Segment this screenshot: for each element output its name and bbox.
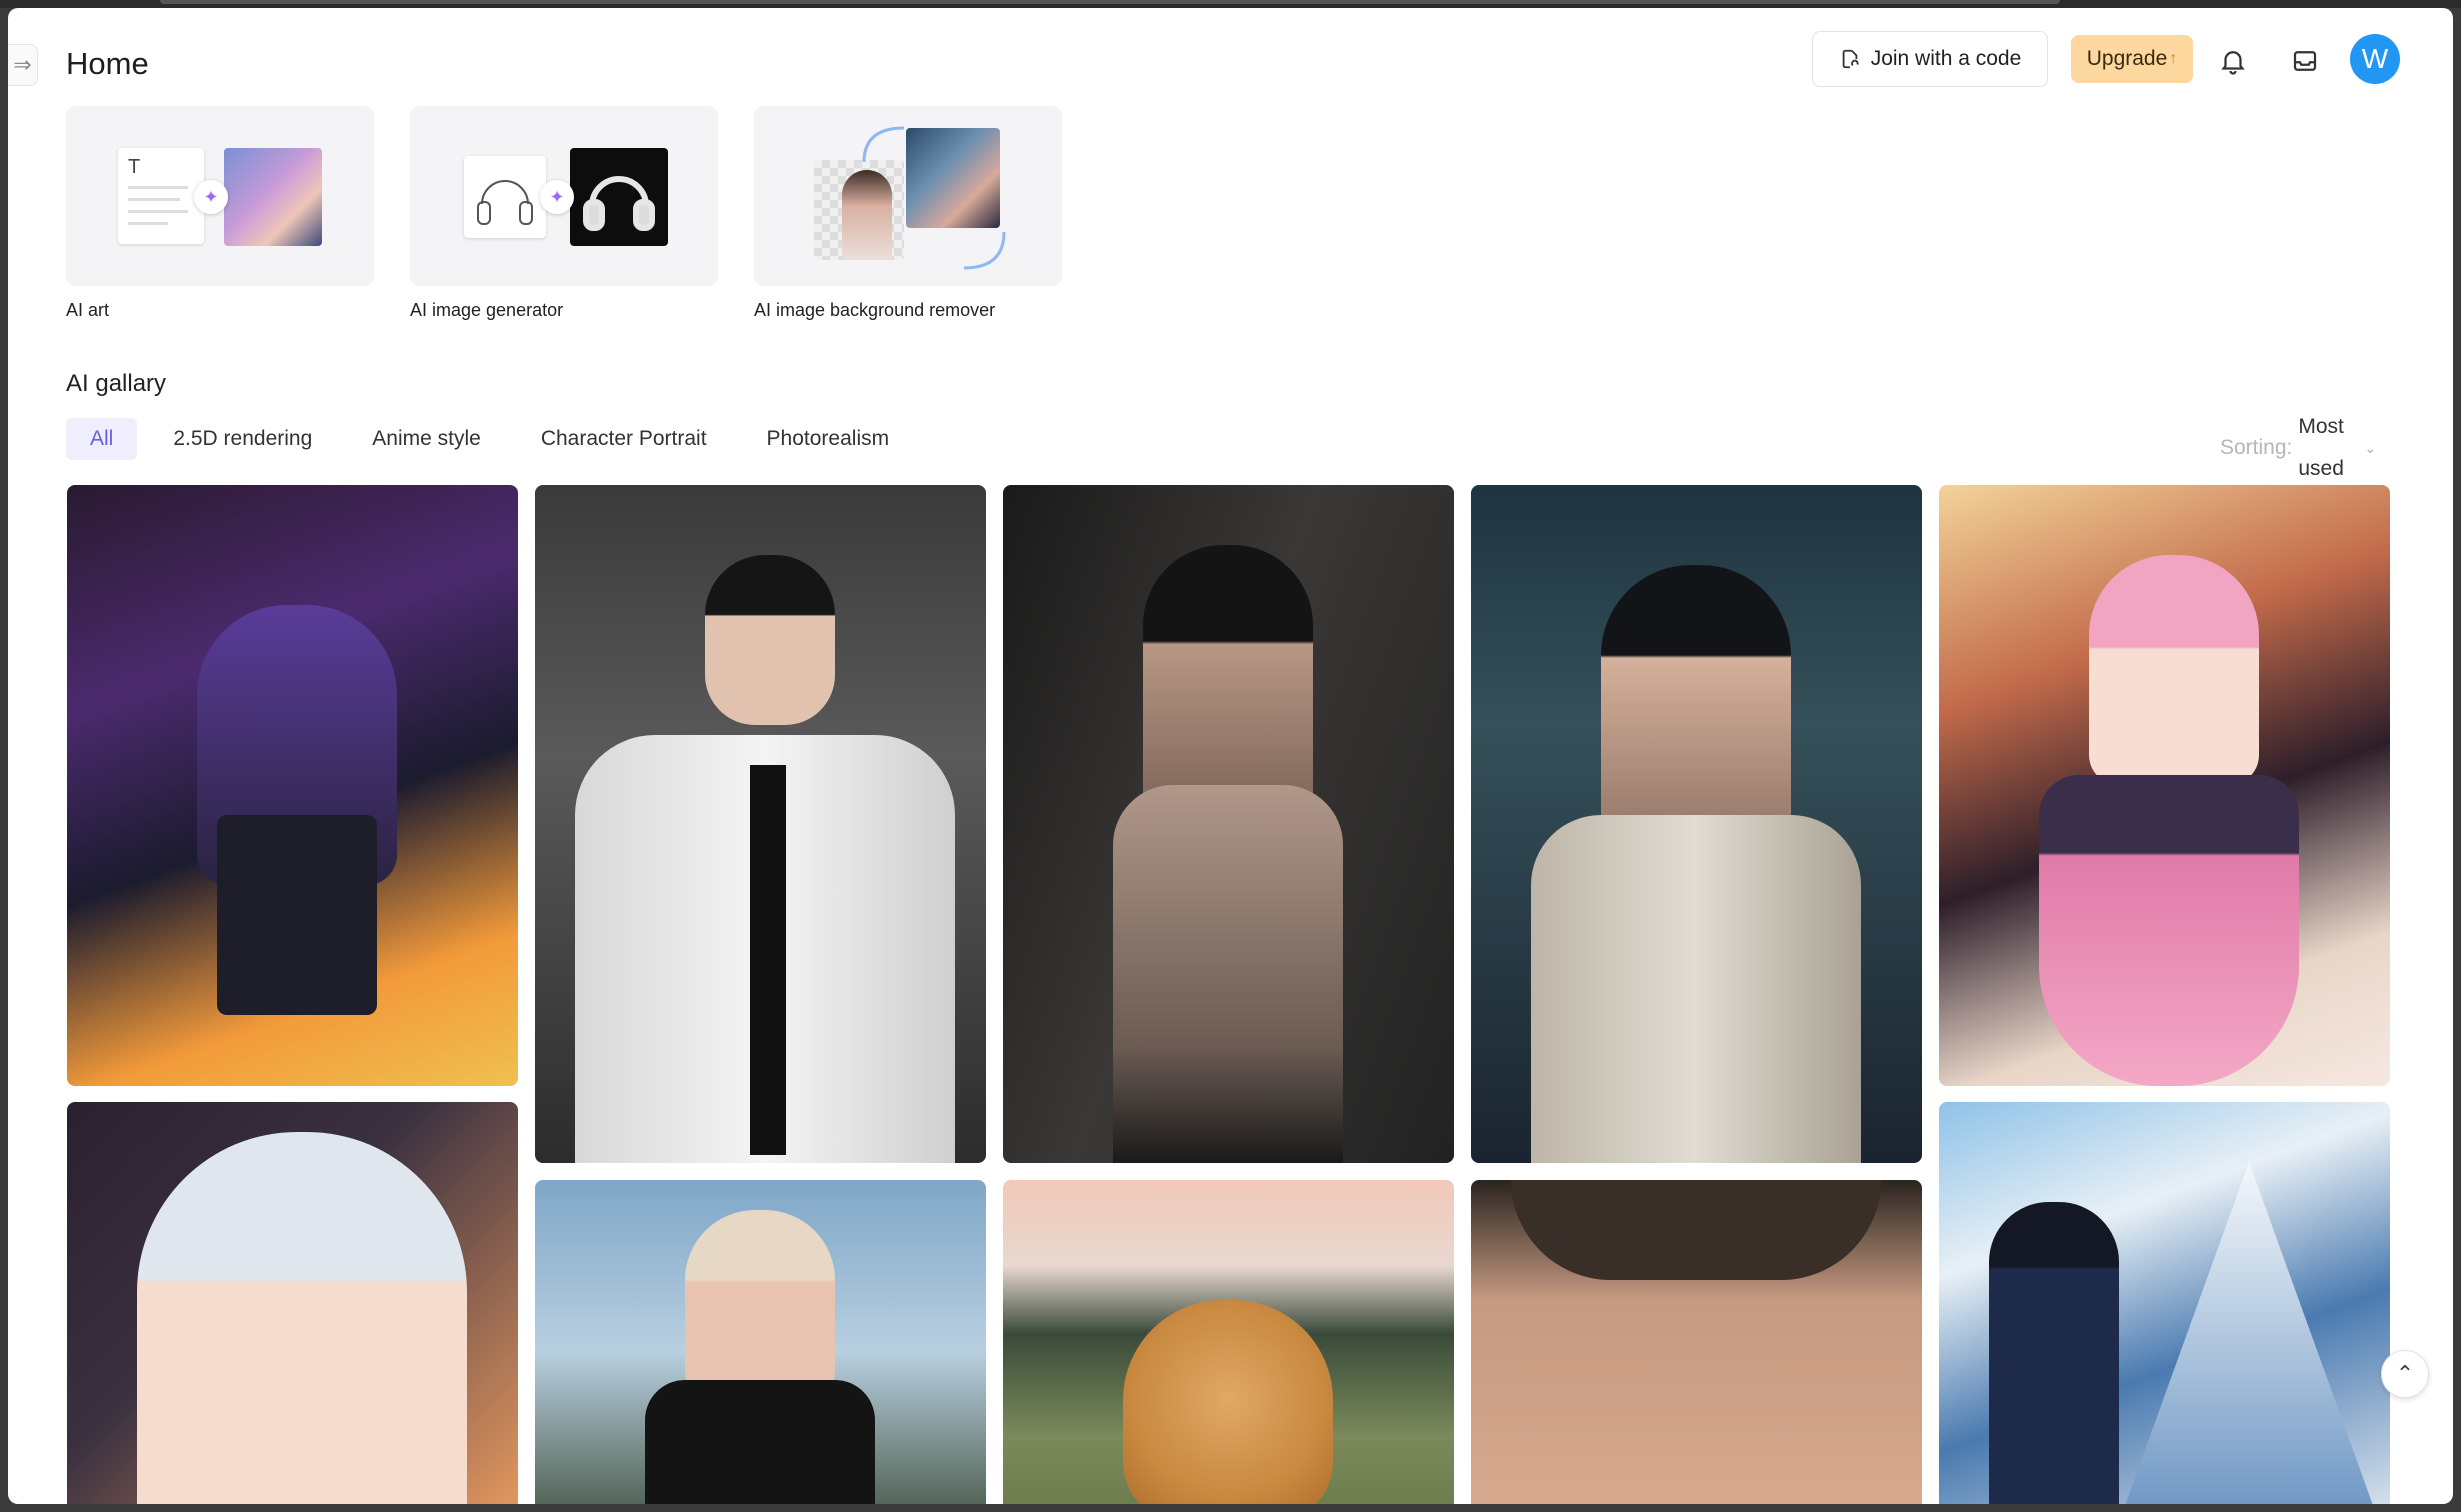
headphone-render-thumbnail (570, 148, 668, 246)
browser-bar (160, 0, 2060, 4)
tool-thumb: T ✦ (66, 106, 374, 286)
join-with-code-button[interactable]: Join with a code (1812, 31, 2048, 87)
sorting-dropdown[interactable]: Sorting: Most used ⌄ (2220, 406, 2376, 490)
bell-icon[interactable] (2218, 46, 2248, 76)
tool-card-bg-remover[interactable]: AI image background remover (754, 106, 1062, 321)
tool-label: AI art (66, 300, 110, 320)
page-title: Home (66, 46, 149, 81)
headphone-sketch-icon (464, 156, 546, 238)
gallery-item[interactable] (1471, 1180, 1922, 1504)
tool-card-ai-image-generator[interactable]: ✦ AI image generator (410, 106, 718, 321)
gallery-item[interactable] (67, 1102, 518, 1504)
upgrade-label: Upgrade (2086, 47, 2168, 70)
filter-all[interactable]: All (66, 418, 138, 460)
filter-2-5d-rendering[interactable]: 2.5D rendering (149, 418, 336, 460)
swap-arrows-icon (862, 126, 1006, 270)
gallery-title: AI gallary (66, 370, 167, 397)
avatar[interactable]: W (2350, 34, 2400, 84)
portrait-thumbnail (224, 148, 322, 246)
gallery-item[interactable] (1939, 1102, 2390, 1504)
filter-character-portrait[interactable]: Character Portrait (517, 418, 731, 460)
link-doc-icon (1842, 49, 1859, 69)
tool-thumb: ✦ (410, 106, 718, 286)
gallery-filters: All 2.5D rendering Anime style Character… (66, 418, 913, 460)
sidebar-expand-icon[interactable]: ⇒ (8, 44, 38, 86)
gallery-item[interactable] (1003, 1180, 1454, 1504)
upgrade-button[interactable]: Upgrade ↑ (2071, 35, 2193, 83)
filter-photorealism[interactable]: Photorealism (743, 418, 914, 460)
gallery-item[interactable] (1471, 485, 1922, 1163)
join-label: Join with a code (1870, 47, 2022, 70)
tool-label: AI image background remover (754, 300, 996, 320)
window-top-strip (0, 0, 2461, 8)
gallery-item[interactable] (1003, 485, 1454, 1163)
app-window: ⇒ Home Join with a code Upgrade ↑ W T ✦ A… (8, 8, 2453, 1504)
gallery-item[interactable] (67, 485, 518, 1086)
sorting-value: Most used (2298, 415, 2344, 480)
chevron-down-icon: ⌄ (2364, 439, 2377, 456)
tool-thumb (754, 106, 1062, 286)
scroll-to-top-button[interactable]: ⌃ (2381, 1350, 2429, 1398)
gallery-item[interactable] (535, 1180, 986, 1504)
gallery-item[interactable] (1939, 485, 2390, 1086)
tool-card-ai-art[interactable]: T ✦ AI art (66, 106, 374, 321)
sparkle-icon: ✦ (194, 180, 228, 214)
arrow-up-icon: ↑ (2169, 50, 2178, 67)
text-doc-icon: T (118, 148, 204, 244)
inbox-icon[interactable] (2290, 46, 2320, 76)
filter-anime-style[interactable]: Anime style (348, 418, 505, 460)
gallery-item[interactable] (535, 485, 986, 1163)
sparkle-icon: ✦ (540, 180, 574, 214)
tool-label: AI image generator (410, 300, 564, 320)
sorting-label: Sorting: (2220, 436, 2293, 459)
